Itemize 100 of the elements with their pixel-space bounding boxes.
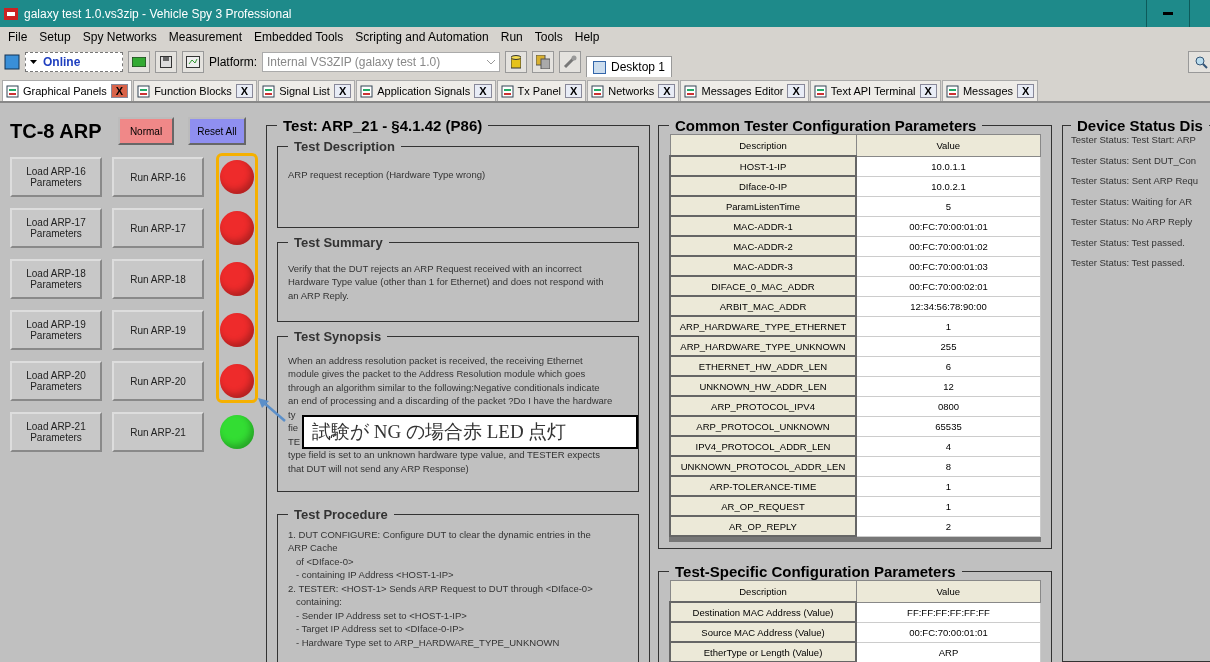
run-button[interactable]: Run ARP-18 (112, 259, 204, 299)
column-header: Value (856, 580, 1041, 602)
run-button[interactable]: Run ARP-20 (112, 361, 204, 401)
wrench-button[interactable] (559, 51, 581, 73)
database-button[interactable] (532, 51, 554, 73)
section-text: containing: (294, 595, 342, 609)
tab[interactable]: Application Signals X (356, 80, 496, 101)
section-title: Test Procedure (293, 508, 389, 522)
chip-button[interactable] (128, 51, 150, 73)
callout-arrow (258, 397, 286, 422)
table-cell: UNKNOWN_HW_ADDR_LEN (670, 376, 856, 396)
section-text: through an algorithm similar to the following:Negative conditionals indicate (288, 380, 600, 394)
panel-button[interactable]: Normal (118, 117, 174, 145)
tab[interactable]: Tx Panel X (496, 80, 587, 101)
tab[interactable]: Signal List X (258, 80, 356, 101)
table-cell: MAC-ADDR-3 (670, 256, 856, 276)
tab[interactable]: Function Blocks X (133, 80, 258, 101)
section-text: ty (288, 407, 296, 421)
section-text: - Hardware Type set to ARP_HARDWARE_TYPE_UNKNOWN (294, 635, 560, 649)
table-cell: DIFACE_0_MAC_ADDR (670, 276, 856, 296)
close-button[interactable]: X (658, 84, 676, 98)
close-button[interactable]: X (110, 84, 129, 98)
close-button[interactable]: X (919, 84, 937, 98)
panel-title: TC-8 ARP (10, 119, 103, 143)
table-cell: ParamListenTime (670, 196, 856, 216)
table-cell: ARP_PROTOCOL_IPV4 (670, 396, 856, 416)
menu-item[interactable]: Help (568, 30, 606, 44)
cylinder-icon (511, 55, 521, 69)
menu-item[interactable]: Embedded Tools (248, 30, 350, 44)
group-title: Test: ARP_21 - §4.1.42 (P86) (282, 117, 484, 134)
desktop-icon (593, 60, 606, 74)
status-text: Tester Status: Sent ARP Requ (1071, 175, 1200, 188)
caret-icon (30, 60, 37, 64)
table-cell: ARP_HARDWARE_TYPE_UNKNOWN (670, 336, 856, 356)
menu-item[interactable]: Tools (528, 30, 569, 44)
group-title: Common Tester Configuration Parameters (674, 117, 978, 134)
table-cell: UNKNOWN_PROTOCOL_ADDR_LEN (670, 456, 856, 476)
menu-item[interactable]: File (2, 30, 34, 44)
section-text: type field is set to an unknown hardware type value, and TESTER expects (288, 448, 600, 462)
load-button[interactable]: Load ARP-16 Parameters (10, 157, 102, 197)
section-text: of <DIface-0> (294, 554, 354, 568)
section-text: - Sender IP Address set to <HOST-1-IP> (294, 608, 467, 622)
tab[interactable]: Messages Editor X (680, 80, 809, 101)
section-text: Verify that the DUT rejects an ARP Request received with an incorrect (288, 261, 582, 275)
status-text: Tester Status: Test passed. (1071, 257, 1186, 270)
run-button[interactable]: Run ARP-21 (112, 412, 204, 452)
table-cell: ARP_PROTOCOL_UNKNOWN (670, 416, 856, 436)
column-header: Description (670, 580, 856, 602)
table-cell: Destination MAC Address (Value) (670, 602, 856, 622)
load-button[interactable]: Load ARP-20 Parameters (10, 361, 102, 401)
platform-label: Platform: (209, 55, 257, 69)
menu-item[interactable]: Measurement (162, 30, 249, 44)
tab[interactable]: Networks X (587, 80, 680, 101)
desktop-tab[interactable]: Desktop 1 (586, 56, 673, 77)
panel-icon (137, 84, 151, 98)
mode-dropdown[interactable]: Online (25, 52, 123, 72)
close-button[interactable]: X (787, 84, 805, 98)
monitor-button[interactable] (182, 51, 204, 73)
table-cell: EtherType or Length (Value) (670, 642, 856, 662)
section-text: Hardware Type value (other than 1 for Ethernet) and does not respond with (288, 275, 604, 289)
menu-item[interactable]: Setup (33, 30, 77, 44)
section-text: module gives the packet to the Address Resolution module which goes (288, 367, 586, 381)
panel-icon (684, 84, 698, 98)
tab[interactable]: Text API Terminal X (809, 80, 941, 101)
disk-button[interactable] (155, 51, 177, 73)
run-button[interactable]: Run ARP-17 (112, 208, 204, 248)
run-button[interactable]: Run ARP-16 (112, 157, 204, 197)
load-button[interactable]: Load ARP-18 Parameters (10, 259, 102, 299)
close-button[interactable]: X (235, 84, 254, 98)
tab[interactable]: Messages X (941, 80, 1039, 101)
platform-dropdown[interactable]: Internal VS3ZIP (galaxy test 1.0) (262, 52, 500, 72)
run-button[interactable]: Run ARP-19 (112, 310, 204, 350)
minimize-button[interactable] (1146, 0, 1190, 27)
load-button[interactable]: Load ARP-21 Parameters (10, 412, 102, 452)
column-header: Value (856, 134, 1041, 156)
table-cell: IPV4_PROTOCOL_ADDR_LEN (670, 436, 856, 456)
panel-icon (262, 84, 276, 98)
close-button[interactable]: X (564, 84, 583, 98)
menu-item[interactable]: Run (494, 30, 529, 44)
section-text: that DUT will not send any ARP Response) (288, 461, 469, 475)
close-button[interactable]: X (1017, 84, 1035, 98)
panel-icon (945, 84, 959, 98)
minimize-icon (1163, 11, 1173, 16)
section-title: Test Description (293, 140, 396, 154)
tab[interactable]: Graphical Panels X (2, 80, 133, 101)
cylinder-button[interactable] (505, 51, 527, 73)
close-button[interactable]: X (474, 84, 492, 98)
panel-button[interactable]: Reset All (188, 117, 246, 145)
load-button[interactable]: Load ARP-19 Parameters (10, 310, 102, 350)
section-text: 1. DUT CONFIGURE: Configure DUT to clear the dynamic entries in the (288, 527, 591, 541)
search-button[interactable] (1188, 51, 1210, 73)
menu-item[interactable]: Scripting and Automation (349, 30, 495, 44)
close-button[interactable]: X (333, 84, 352, 98)
table-cell: ARP-TOLERANCE-TIME (670, 476, 856, 496)
load-button[interactable]: Load ARP-17 Parameters (10, 208, 102, 248)
menu-item[interactable]: Spy Networks (76, 30, 163, 44)
panel-icon (6, 84, 19, 98)
panel-icon (500, 84, 514, 98)
monitor-icon (186, 56, 200, 68)
section-text: fie (288, 421, 299, 435)
